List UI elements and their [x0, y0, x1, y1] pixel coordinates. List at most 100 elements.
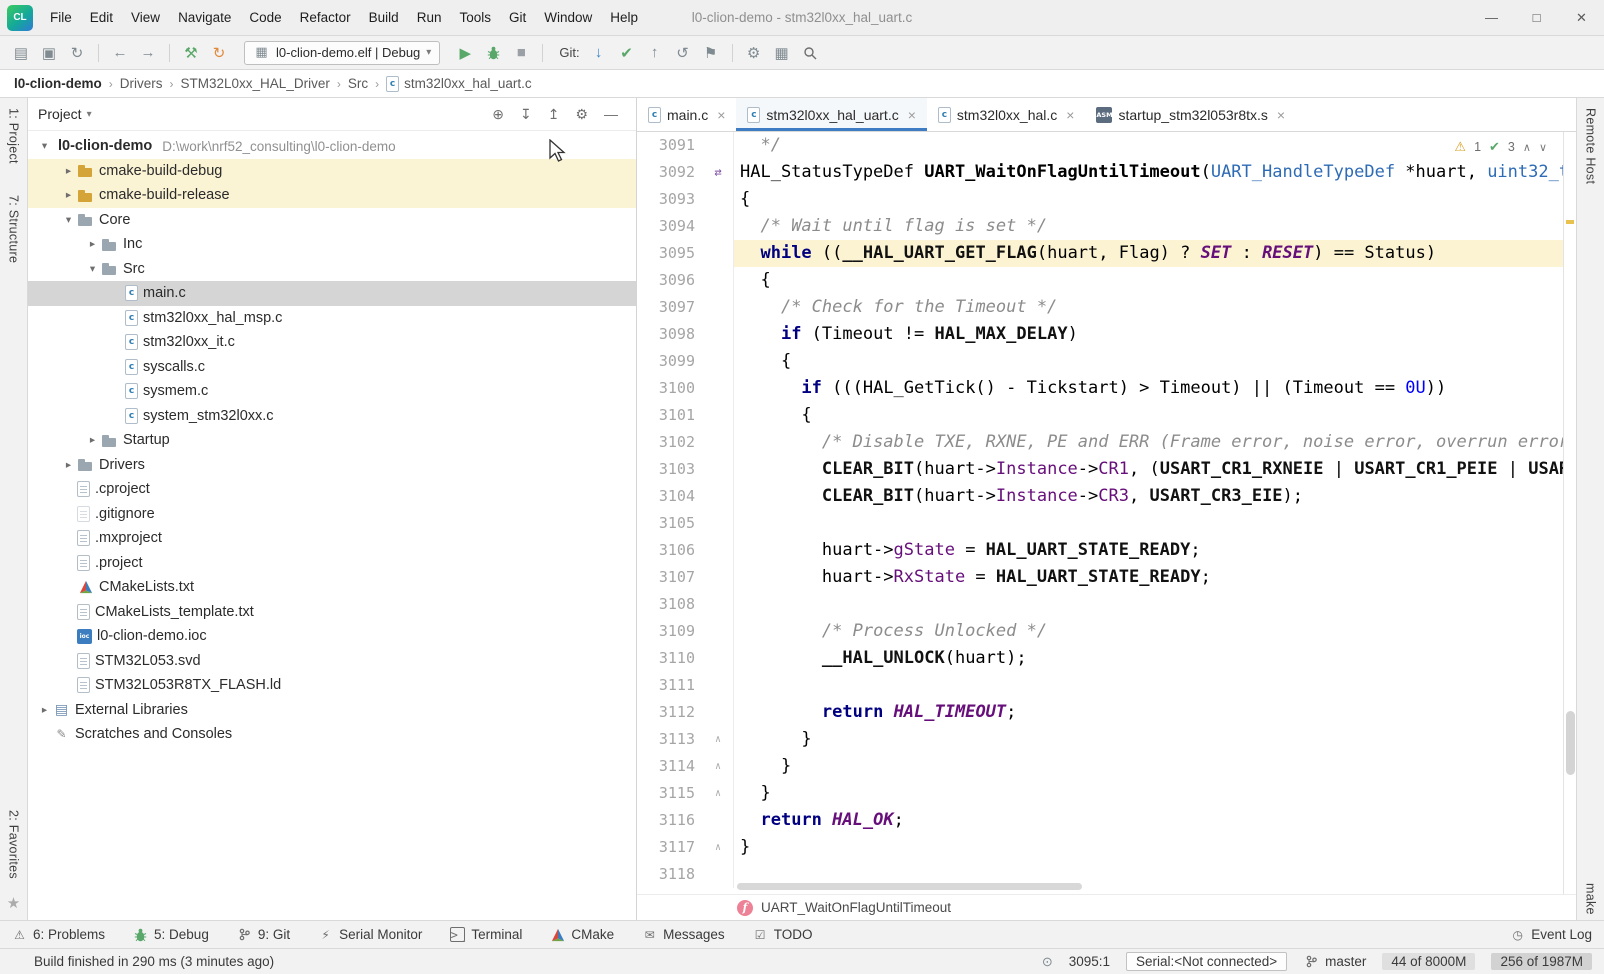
code-line[interactable]: 3105 — [637, 510, 1563, 537]
menu-tools[interactable]: Tools — [450, 0, 500, 35]
toolwindow-terminal[interactable]: >_Terminal — [450, 927, 522, 942]
git-shelve-button[interactable]: ⚑ — [698, 41, 724, 65]
collapse-all-button[interactable]: ↥ — [548, 106, 560, 123]
gutter-cell[interactable]: 3110 — [637, 645, 734, 672]
gutter-cell[interactable]: 3109 — [637, 618, 734, 645]
tree-item-project[interactable]: .project — [28, 551, 636, 576]
code-line[interactable]: 3103 CLEAR_BIT(huart->Instance->CR1, (US… — [637, 456, 1563, 483]
tree-item-l0-clion-demo-ioc[interactable]: iocl0-clion-demo.ioc — [28, 624, 636, 649]
toolwindow-messages[interactable]: ✉Messages — [642, 927, 725, 942]
gutter-cell[interactable]: 3101 — [637, 402, 734, 429]
menu-window[interactable]: Window — [535, 0, 601, 35]
code-line[interactable]: 3117∧} — [637, 834, 1563, 861]
gutter-cell[interactable]: 3099 — [637, 348, 734, 375]
run-button[interactable]: ▶ — [452, 41, 478, 65]
tree-item-main-c[interactable]: cmain.c — [28, 281, 636, 306]
tree-item-cmakelists-txt[interactable]: CMakeLists.txt — [28, 575, 636, 600]
code-line[interactable]: 3106 huart->gState = HAL_UART_STATE_READ… — [637, 537, 1563, 564]
function-breadcrumb[interactable]: UART_WaitOnFlagUntilTimeout — [761, 900, 951, 915]
close-tab-icon[interactable]: × — [1066, 107, 1074, 123]
code-line[interactable]: 3095 while ((__HAL_UART_GET_FLAG(huart, … — [637, 240, 1563, 267]
code-line[interactable]: 3099 { — [637, 348, 1563, 375]
gutter-cell[interactable]: 3100 — [637, 375, 734, 402]
serial-status[interactable]: Serial:<Not connected> — [1126, 952, 1287, 971]
toolwindow-9-git[interactable]: 9: Git — [237, 927, 290, 942]
breadcrumb-src[interactable]: Src — [348, 76, 368, 91]
gutter-cell[interactable]: 3107 — [637, 564, 734, 591]
chevron-right-icon[interactable]: ▸ — [60, 189, 77, 201]
chevron-right-icon[interactable]: ▸ — [60, 165, 77, 177]
menu-file[interactable]: File — [41, 0, 81, 35]
toolwindow-todo[interactable]: ☑TODO — [753, 927, 813, 942]
toolwindow-5-debug[interactable]: 5: Debug — [133, 927, 209, 942]
tree-item-startup[interactable]: ▸Startup — [28, 428, 636, 453]
background-tasks-icon[interactable]: ⊙ — [1042, 954, 1053, 970]
tree-item-src[interactable]: ▾Src — [28, 257, 636, 282]
breadcrumb-l0-clion-demo[interactable]: l0-clion-demo — [14, 76, 102, 91]
menu-refactor[interactable]: Refactor — [291, 0, 360, 35]
code-line[interactable]: 3093{ — [637, 186, 1563, 213]
gutter-cell[interactable]: 3105 — [637, 510, 734, 537]
minimize-button[interactable]: — — [1469, 0, 1514, 35]
chevron-right-icon[interactable]: ▸ — [84, 434, 101, 446]
gutter-cell[interactable]: 3098 — [637, 321, 734, 348]
next-problem-icon[interactable]: ∨ — [1539, 141, 1547, 154]
menu-help[interactable]: Help — [601, 0, 647, 35]
code-line[interactable]: 3115∧ } — [637, 780, 1563, 807]
code-line[interactable]: 3111 — [637, 672, 1563, 699]
code-line[interactable]: 3094 /* Wait until flag is set */ — [637, 213, 1563, 240]
gutter-cell[interactable]: 3115∧ — [637, 780, 734, 807]
tab-startup-stm32l053r8tx-s[interactable]: ASMstartup_stm32l053r8tx.s× — [1085, 98, 1296, 131]
chevron-right-icon[interactable]: ▸ — [84, 238, 101, 250]
memory-indicator[interactable]: 256 of 1987M — [1491, 953, 1592, 970]
save-all-button[interactable]: ▣ — [36, 41, 62, 65]
inspections-widget[interactable]: ⚠1 ✔3 ∧ ∨ — [1449, 137, 1552, 157]
gutter-cell[interactable]: 3091 — [637, 132, 734, 159]
tree-item-cproject[interactable]: .cproject — [28, 477, 636, 502]
tree-item-core[interactable]: ▾Core — [28, 208, 636, 233]
run-config-select[interactable]: ▦l0-clion-demo.elf | Debug▾ — [244, 41, 440, 65]
gutter-cell[interactable]: 3116 — [637, 807, 734, 834]
chevron-down-icon[interactable]: ▾ — [36, 140, 53, 152]
gutter-cell[interactable]: 3111 — [637, 672, 734, 699]
tool-button-1-project[interactable]: 1: Project — [7, 108, 21, 169]
project-settings-button[interactable]: ⚙ — [575, 106, 588, 123]
tree-item-inc[interactable]: ▸Inc — [28, 232, 636, 257]
gutter-cell[interactable]: 3097 — [637, 294, 734, 321]
tree-item-scratches-and-consoles[interactable]: ✎Scratches and Consoles — [28, 722, 636, 747]
project-view-dropdown[interactable]: Project ▾ — [38, 106, 92, 122]
menu-view[interactable]: View — [122, 0, 169, 35]
tree-item-stm32l053-svd[interactable]: STM32L053.svd — [28, 649, 636, 674]
gutter-cell[interactable]: 3104 — [637, 483, 734, 510]
code-line[interactable]: 3091 */ — [637, 132, 1563, 159]
code-line[interactable]: 3102 /* Disable TXE, RXNE, PE and ERR (F… — [637, 429, 1563, 456]
menu-build[interactable]: Build — [360, 0, 408, 35]
tool-button-7-structure[interactable]: 7: Structure — [7, 195, 21, 268]
gutter-cell[interactable]: 3095 — [637, 240, 734, 267]
menu-run[interactable]: Run — [408, 0, 451, 35]
heap-indicator[interactable]: 44 of 8000M — [1382, 953, 1475, 970]
code-line[interactable]: 3101 { — [637, 402, 1563, 429]
git-push-button[interactable]: ↑ — [642, 41, 668, 65]
code-line[interactable]: 3112 return HAL_TIMEOUT; — [637, 699, 1563, 726]
tree-item-mxproject[interactable]: .mxproject — [28, 526, 636, 551]
code-line[interactable]: 3092⇄HAL_StatusTypeDef UART_WaitOnFlagUn… — [637, 159, 1563, 186]
maximize-button[interactable]: □ — [1514, 0, 1559, 35]
layout-button[interactable]: ▦ — [769, 41, 795, 65]
tree-item-drivers[interactable]: ▸Drivers — [28, 453, 636, 478]
tab-stm32l0xx-hal-uart-c[interactable]: cstm32l0xx_hal_uart.c× — [736, 98, 926, 131]
gutter-cell[interactable]: 3112 — [637, 699, 734, 726]
gutter-cell[interactable]: 3094 — [637, 213, 734, 240]
git-commit-button[interactable]: ✔ — [614, 41, 640, 65]
tree-item-stm32l0xx-hal-msp-c[interactable]: cstm32l0xx_hal_msp.c — [28, 306, 636, 331]
toolwindow-serial-monitor[interactable]: ⚡Serial Monitor — [318, 927, 422, 942]
code-line[interactable]: 3109 /* Process Unlocked */ — [637, 618, 1563, 645]
gutter-cell[interactable]: 3092⇄ — [637, 159, 734, 186]
tree-item-cmake-build-release[interactable]: ▸cmake-build-release — [28, 183, 636, 208]
chevron-right-icon[interactable]: ▸ — [60, 459, 77, 471]
editor-vscrollbar[interactable] — [1563, 132, 1576, 894]
sync-button[interactable]: ↻ — [64, 41, 90, 65]
toolwindow-event-log[interactable]: ◷Event Log — [1510, 927, 1592, 942]
reload-cmake-button[interactable]: ↻ — [206, 41, 232, 65]
breadcrumb-stm32l0xx-hal-uart-c[interactable]: cstm32l0xx_hal_uart.c — [386, 76, 532, 92]
